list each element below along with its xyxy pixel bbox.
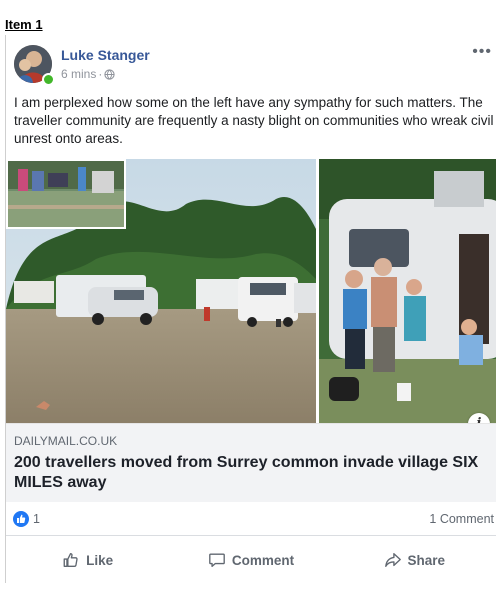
link-title[interactable]: 200 travellers moved from Surrey common … xyxy=(14,453,489,493)
post-meta: 6 mins · xyxy=(61,67,115,81)
meta-separator: · xyxy=(98,67,103,81)
more-icon[interactable]: ••• xyxy=(472,43,492,61)
share-button-label: Share xyxy=(407,552,446,568)
reaction-stats: 1 1 Comment xyxy=(6,505,496,536)
share-arrow-icon xyxy=(384,553,401,567)
comment-count[interactable]: 1 Comment xyxy=(429,512,494,526)
photo-caravans-field xyxy=(6,159,316,423)
like-reaction-glyph xyxy=(17,514,26,523)
globe-icon[interactable] xyxy=(104,68,115,80)
online-status-dot xyxy=(42,73,55,86)
comment-button[interactable]: Comment xyxy=(169,537,332,583)
comment-bubble-icon xyxy=(208,553,225,567)
like-button-label: Like xyxy=(86,552,114,568)
link-source-domain: DAILYMAIL.CO.UK xyxy=(14,434,118,448)
link-preview-image[interactable]: i xyxy=(6,159,496,423)
like-count[interactable]: 1 xyxy=(33,512,40,526)
share-button[interactable]: Share xyxy=(333,537,496,583)
like-button[interactable]: Like xyxy=(6,537,169,583)
link-preview[interactable]: DAILYMAIL.CO.UK 200 travellers moved fro… xyxy=(6,423,496,502)
facebook-post: Luke Stanger 6 mins · ••• I am perplexed… xyxy=(6,35,496,583)
item-label: Item 1 xyxy=(5,17,43,32)
inset-scene xyxy=(8,161,124,227)
photo-people-caravan xyxy=(319,159,496,423)
people-caravan-scene xyxy=(319,159,496,423)
comment-button-label: Comment xyxy=(231,552,295,568)
like-reaction-icon[interactable] xyxy=(13,511,29,527)
post-time[interactable]: 6 mins xyxy=(61,67,96,81)
thumbs-up-icon xyxy=(63,553,78,567)
inset-photo xyxy=(6,159,126,229)
action-bar: Like Comment Share xyxy=(6,537,496,583)
post-text: I am perplexed how some on the left have… xyxy=(14,95,494,146)
author-name[interactable]: Luke Stanger xyxy=(61,47,150,63)
